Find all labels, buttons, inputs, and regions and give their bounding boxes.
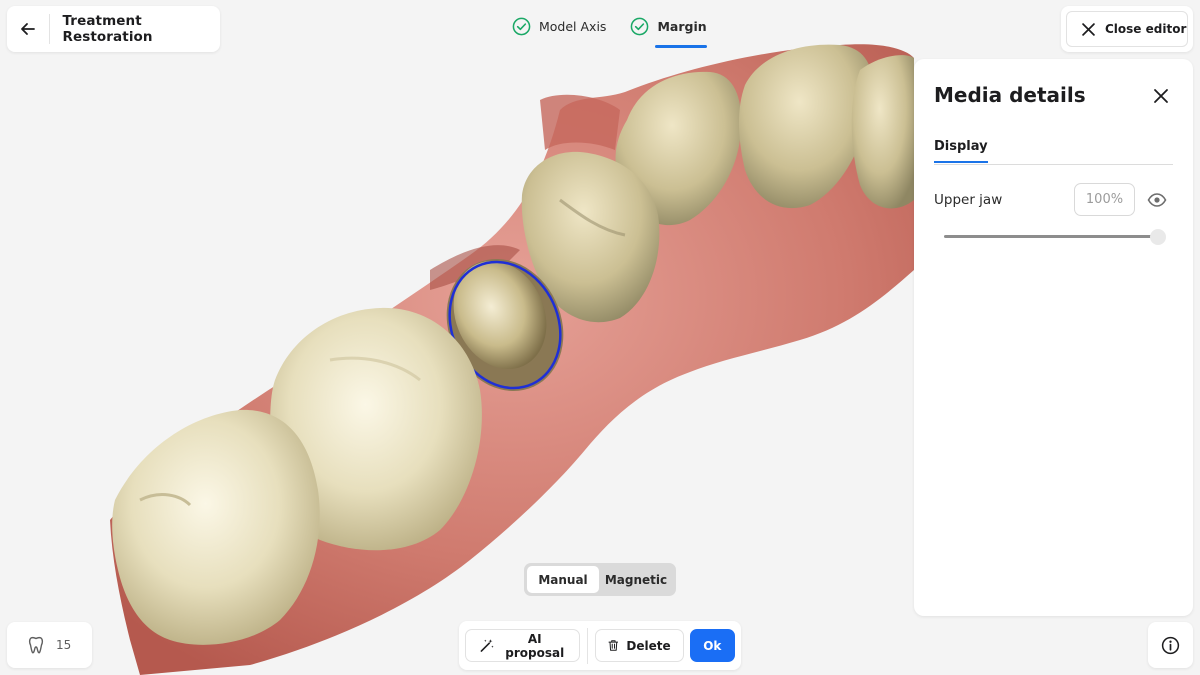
close-editor-label: Close editor: [1105, 22, 1187, 36]
close-editor-button[interactable]: Close editor: [1066, 11, 1188, 47]
tooth-icon: [28, 636, 44, 654]
action-bar: AI proposal Delete Ok: [459, 621, 741, 670]
ai-proposal-label: AI proposal: [505, 631, 565, 660]
close-icon: [1082, 22, 1095, 36]
step-margin[interactable]: Margin: [630, 16, 707, 48]
delete-label: Delete: [626, 638, 671, 653]
mode-magnetic-button[interactable]: Magnetic: [599, 566, 673, 593]
check-circle-icon: [512, 17, 531, 36]
check-circle-icon: [631, 17, 649, 36]
back-button[interactable]: [7, 6, 49, 52]
delete-button[interactable]: Delete: [594, 629, 684, 662]
layer-label: Upper jaw: [934, 192, 1003, 208]
ok-button[interactable]: Ok: [689, 629, 735, 662]
close-icon[interactable]: [1151, 86, 1171, 106]
opacity-input[interactable]: [1074, 183, 1135, 216]
ai-proposal-button[interactable]: AI proposal: [465, 629, 580, 662]
tooth-number: 15: [56, 638, 72, 652]
opacity-slider[interactable]: [944, 229, 1170, 245]
mode-manual-button[interactable]: Manual: [527, 566, 599, 593]
slider-thumb[interactable]: [1150, 229, 1166, 245]
workflow-steps: Model Axis Margin: [512, 16, 707, 48]
close-editor-card: Close editor: [1061, 6, 1193, 52]
arrow-left-icon: [20, 23, 35, 35]
step-model-axis[interactable]: Model Axis: [512, 16, 606, 48]
media-details-panel: Media details Display Upper jaw: [914, 59, 1193, 616]
panel-tabs: Display: [934, 139, 1173, 165]
margin-mode-toggle: Manual Magnetic: [524, 563, 676, 596]
panel-title: Media details: [934, 83, 1086, 107]
info-button[interactable]: [1148, 622, 1193, 668]
tab-display[interactable]: Display: [934, 139, 988, 163]
page-title: Treatment Restoration: [62, 13, 153, 45]
tooth-selector[interactable]: 15: [7, 622, 92, 668]
header-divider: [48, 14, 50, 44]
slider-track: [944, 235, 1158, 238]
header-left-card: Treatment Restoration: [7, 6, 220, 52]
eye-icon[interactable]: [1147, 190, 1167, 210]
info-icon: [1161, 636, 1180, 654]
magic-wand-icon: [480, 639, 494, 652]
layer-row-upper-jaw: Upper jaw: [934, 183, 1173, 217]
trash-icon: [608, 640, 618, 651]
step-label: Model Axis: [539, 19, 607, 34]
step-label: Margin: [657, 19, 707, 34]
tooth-shape: [851, 55, 914, 209]
action-divider: [586, 627, 588, 664]
tooth-shape: [112, 409, 320, 645]
